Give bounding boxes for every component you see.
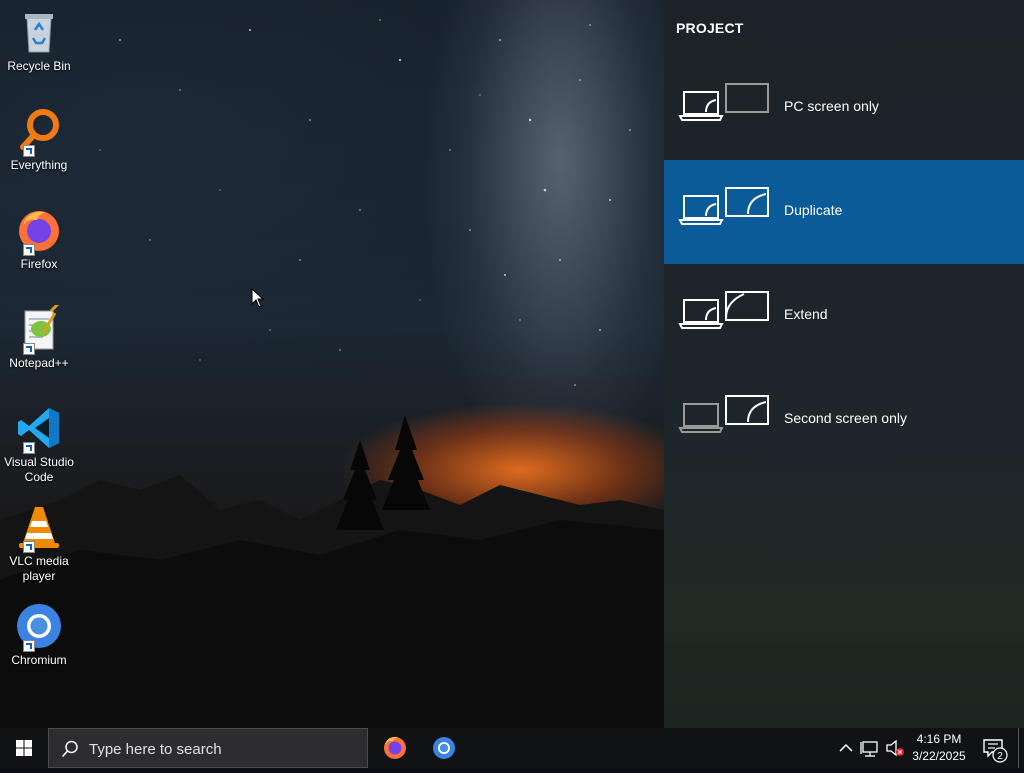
second-screen-only-icon [678, 395, 769, 433]
project-option-extend[interactable]: Extend [664, 264, 1024, 368]
network-status-button[interactable] [858, 728, 882, 768]
option-label: Duplicate [784, 202, 843, 218]
chromium-icon [15, 602, 63, 652]
shortcut-arrow-icon [23, 244, 35, 256]
everything-search-icon [15, 107, 63, 157]
clock-date: 3/22/2025 [912, 749, 966, 763]
desktop-icon-label: Recycle Bin [7, 59, 71, 73]
recycle-bin-icon [15, 8, 63, 56]
firefox-icon [15, 206, 63, 256]
project-option-second-screen-only[interactable]: Second screen only [664, 368, 1024, 472]
project-panel: PROJECT PC screen only Duplicate Extend [664, 0, 1024, 728]
desktop-icon-everything[interactable]: Everything [2, 107, 76, 173]
windows-logo-icon [16, 740, 32, 756]
action-center-button[interactable]: 2 [978, 728, 1010, 768]
notification-count: 2 [997, 751, 1003, 762]
start-button[interactable] [0, 728, 48, 768]
project-option-duplicate[interactable]: Duplicate [664, 160, 1024, 264]
taskbar-app-firefox[interactable] [371, 728, 419, 768]
volume-muted-icon [886, 739, 904, 757]
option-label: Second screen only [784, 410, 907, 426]
mountain-silhouette [0, 415, 664, 728]
duplicate-icon [678, 187, 769, 225]
shortcut-arrow-icon [23, 541, 35, 553]
desktop-icon-recycle-bin[interactable]: Recycle Bin [2, 8, 76, 74]
desktop-icon-label: Everything [10, 158, 68, 172]
network-icon [860, 741, 878, 757]
vscode-icon [15, 404, 63, 454]
extend-icon [678, 291, 769, 329]
notepad-plus-plus-icon [15, 301, 63, 355]
taskbar-search-box[interactable] [48, 728, 368, 768]
shortcut-arrow-icon [23, 442, 35, 454]
taskbar-clock[interactable]: 4:16 PM 3/22/2025 [904, 731, 974, 765]
desktop-icon-notepad-plus-plus[interactable]: Notepad++ [2, 301, 76, 371]
taskbar: 4:16 PM 3/22/2025 2 [0, 728, 1024, 768]
option-label: Extend [784, 306, 828, 322]
show-desktop-button[interactable] [1018, 728, 1024, 768]
search-input[interactable] [87, 737, 361, 761]
desktop-icon-vlc[interactable]: VLC media player [2, 503, 76, 584]
option-label: PC screen only [784, 98, 879, 114]
desktop-icon-firefox[interactable]: Firefox [2, 206, 76, 272]
shortcut-arrow-icon [23, 640, 35, 652]
shortcut-arrow-icon [23, 343, 35, 355]
chromium-icon [433, 737, 455, 759]
desktop-icon-label: Chromium [11, 653, 67, 667]
desktop-icon-label: VLC media player [9, 554, 69, 583]
search-icon [61, 740, 78, 758]
desktop-icon-vscode[interactable]: Visual Studio Code [2, 404, 76, 485]
shortcut-arrow-icon [23, 145, 35, 157]
taskbar-app-chromium[interactable] [420, 728, 468, 768]
show-hidden-icons-button[interactable] [836, 728, 856, 768]
desktop-icon-chromium[interactable]: Chromium [2, 602, 76, 668]
volume-button[interactable] [884, 728, 906, 768]
mouse-cursor-icon [251, 288, 264, 308]
panel-title: PROJECT [676, 20, 744, 36]
desktop-icon-label: Visual Studio Code [4, 455, 74, 484]
pc-screen-only-icon [678, 83, 769, 121]
project-option-pc-screen-only[interactable]: PC screen only [664, 56, 1024, 160]
notification-icon: 2 [983, 739, 1008, 763]
vlc-icon [15, 503, 63, 553]
clock-time: 4:16 PM [916, 732, 962, 746]
desktop-icon-label: Notepad++ [9, 356, 69, 370]
chevron-up-icon [839, 743, 853, 752]
desktop-icon-label: Firefox [20, 257, 58, 271]
firefox-icon [384, 736, 406, 759]
